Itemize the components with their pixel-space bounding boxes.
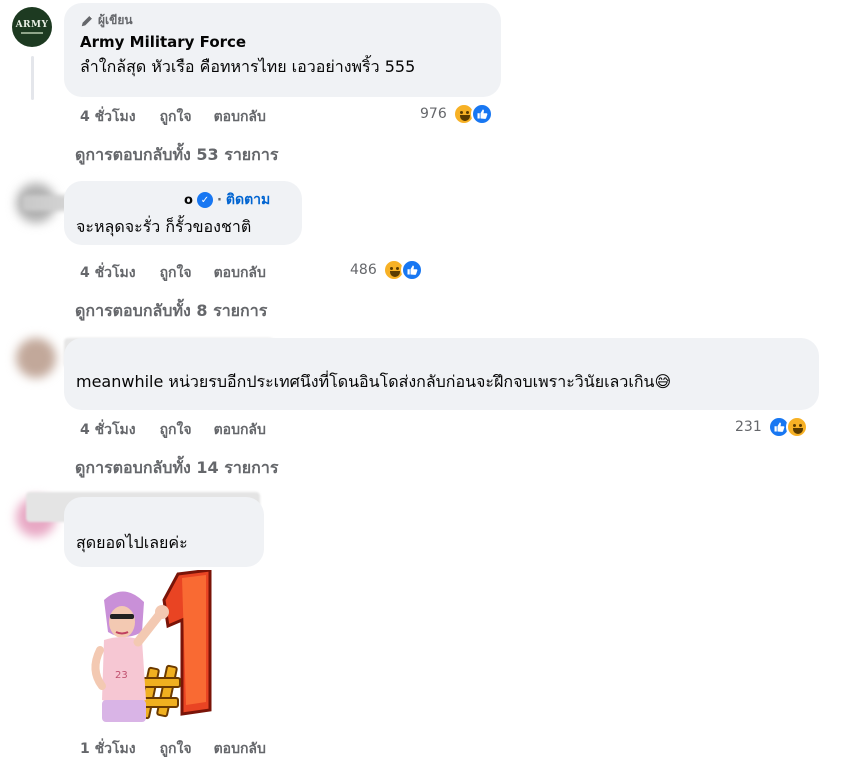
reaction-count: 231 bbox=[735, 419, 762, 435]
comment-time[interactable]: 1 ชั่วโมง bbox=[80, 738, 136, 758]
reply-button[interactable]: ตอบกลับ bbox=[214, 106, 266, 128]
like-button[interactable]: ถูกใจ bbox=[160, 419, 192, 441]
avatar[interactable] bbox=[16, 338, 56, 378]
reaction-count: 976 bbox=[420, 106, 447, 122]
verified-badge-icon: ✓ bbox=[196, 192, 213, 208]
author-row: o ✓ · ติดตาม bbox=[184, 189, 290, 211]
like-thumb-icon bbox=[400, 259, 423, 281]
comment-bubble: สุดยอดไปเลยค่ะ bbox=[64, 497, 264, 567]
comment-text: สุดยอดไปเลยค่ะ bbox=[76, 533, 188, 552]
reaction-summary[interactable]: 486 bbox=[350, 259, 423, 281]
avatar-logo-bar bbox=[21, 32, 43, 34]
comment-time[interactable]: 4 ชั่วโมง bbox=[80, 262, 136, 284]
haha-emoji-icon bbox=[785, 416, 808, 438]
comment-actions: 4 ชั่วโมง ถูกใจ ตอบกลับ bbox=[80, 262, 266, 284]
reaction-count: 486 bbox=[350, 262, 377, 278]
view-replies-link[interactable]: ดูการตอบกลับทั้ง 14 รายการ bbox=[75, 456, 278, 481]
thread-line bbox=[31, 56, 34, 100]
sticker-one-highlight bbox=[182, 575, 206, 705]
comment-actions: 4 ชั่วโมง ถูกใจ ตอบกลับ bbox=[80, 106, 266, 128]
comment-actions: 1 ชั่วโมง ถูกใจ ตอบกลับ bbox=[80, 738, 266, 758]
comment-text: meanwhile หน่วยรบอีกประเทศนึงที่โดนอินโด… bbox=[76, 372, 672, 391]
reply-button[interactable]: ตอบกลับ bbox=[214, 262, 266, 284]
reaction-summary[interactable]: 231 bbox=[735, 416, 808, 438]
like-button[interactable]: ถูกใจ bbox=[160, 106, 192, 128]
comment-bubble: meanwhile หน่วยรบอีกประเทศนึงที่โดนอินโด… bbox=[64, 338, 819, 410]
comment-bubble: ผู้เขียน Army Military Force ลำใกล้สุด ห… bbox=[64, 3, 501, 97]
dot-separator: · bbox=[216, 192, 222, 208]
follow-button[interactable]: ติดตาม bbox=[226, 189, 270, 211]
comment-text: จะหลุดจะรั่ว ก็รั้วของชาติ bbox=[76, 217, 252, 236]
comment-bubble: o ✓ · ติดตาม จะหลุดจะรั่ว ก็รั้วของชาติ bbox=[64, 181, 302, 245]
reply-button[interactable]: ตอบกลับ bbox=[214, 738, 266, 758]
reaction-summary[interactable]: 976 bbox=[420, 103, 493, 125]
like-button[interactable]: ถูกใจ bbox=[160, 262, 192, 284]
author-badge-label: ผู้เขียน bbox=[98, 13, 133, 27]
like-button[interactable]: ถูกใจ bbox=[160, 738, 192, 758]
comment-actions: 4 ชั่วโมง ถูกใจ ตอบกลับ bbox=[80, 419, 266, 441]
comment-text: ลำใกล้สุด หัวเรือ คือทหารไทย เอวอย่างพริ… bbox=[80, 57, 416, 76]
reply-button[interactable]: ตอบกลับ bbox=[214, 419, 266, 441]
avatar-army-military-force[interactable]: ARMY bbox=[12, 7, 52, 47]
comment-author[interactable]: o bbox=[184, 193, 193, 208]
avatar-logo-text: ARMY bbox=[15, 20, 49, 30]
svg-text:23: 23 bbox=[115, 670, 128, 681]
author-badge: ผู้เขียน bbox=[80, 11, 485, 30]
comment-author[interactable]: Army Military Force bbox=[80, 33, 485, 51]
sticker-number-one[interactable]: 23 bbox=[82, 570, 230, 732]
pencil-icon bbox=[81, 14, 93, 26]
comment-time[interactable]: 4 ชั่วโมง bbox=[80, 419, 136, 441]
like-thumb-icon bbox=[470, 103, 493, 125]
comment-time[interactable]: 4 ชั่วโมง bbox=[80, 106, 136, 128]
view-replies-link[interactable]: ดูการตอบกลับทั้ง 53 รายการ bbox=[75, 143, 278, 168]
view-replies-link[interactable]: ดูการตอบกลับทั้ง 8 รายการ bbox=[75, 299, 267, 324]
